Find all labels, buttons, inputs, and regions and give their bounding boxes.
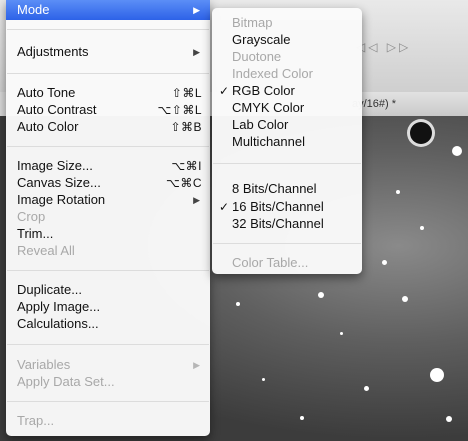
menu-item-trap: Trap...: [6, 412, 210, 430]
menu-item-apply-image[interactable]: Apply Image...: [6, 298, 210, 316]
menu-item-auto-color[interactable]: Auto Color ⇧⌘B: [6, 118, 210, 136]
menu-item-image-rotation[interactable]: Image Rotation ▶: [6, 191, 210, 209]
menu-item-calculations[interactable]: Calculations...: [6, 315, 210, 333]
menu-item-reveal-all: Reveal All: [6, 242, 210, 260]
submenu-arrow-icon: ▶: [193, 47, 200, 57]
menu-item-auto-tone[interactable]: Auto Tone ⇧⌘L: [6, 84, 210, 102]
submenu-item-indexed-color: Indexed Color: [212, 65, 362, 83]
menu-item-variables-label: Variables: [17, 357, 71, 372]
menu-item-variables: Variables ▶: [6, 356, 210, 374]
menu-item-canvas-size-label: Canvas Size...: [17, 175, 101, 190]
menu-item-trap-label: Trap...: [17, 413, 55, 428]
submenu-item-rgb-color-label: RGB Color: [232, 83, 295, 98]
menu-item-trim-label: Trim...: [17, 226, 54, 241]
star-decoration: [364, 386, 369, 391]
menu-item-auto-contrast[interactable]: Auto Contrast ⌥⇧⌘L: [6, 101, 210, 119]
shortcut-auto-contrast: ⌥⇧⌘L: [157, 103, 202, 117]
submenu-item-color-table: Color Table...: [212, 254, 362, 272]
submenu-arrow-icon: ▶: [193, 195, 200, 205]
star-decoration: [318, 292, 324, 298]
menu-item-image-rotation-label: Image Rotation: [17, 192, 106, 207]
menu-item-trim[interactable]: Trim...: [6, 225, 210, 243]
menu-separator: [7, 401, 209, 402]
menu-item-auto-contrast-label: Auto Contrast: [17, 102, 97, 117]
submenu-item-cmyk-color-label: CMYK Color: [232, 100, 305, 115]
star-decoration: [430, 368, 444, 382]
shortcut-image-size: ⌥⌘I: [171, 159, 202, 173]
menu-item-adjustments-label: Adjustments: [17, 44, 89, 59]
submenu-separator: [213, 243, 361, 244]
submenu-item-grayscale-label: Grayscale: [232, 32, 291, 47]
menu-separator: [7, 344, 209, 345]
menu-separator: [7, 73, 209, 74]
menu-item-canvas-size[interactable]: Canvas Size... ⌥⌘C: [6, 174, 210, 192]
submenu-item-8-bits[interactable]: 8 Bits/Channel: [212, 180, 362, 198]
star-decoration: [402, 296, 408, 302]
menu-separator: [7, 146, 209, 147]
mode-submenu: Bitmap Grayscale Duotone Indexed Color ✓…: [212, 8, 362, 274]
submenu-separator: [213, 163, 361, 164]
toolbar-distribute-icons[interactable]: ◁◁ ▷▷: [356, 40, 411, 54]
menu-separator: [7, 270, 209, 271]
submenu-item-grayscale[interactable]: Grayscale: [212, 31, 362, 49]
image-menu: Mode ▶ Adjustments ▶ Auto Tone ⇧⌘L Auto …: [6, 0, 210, 436]
submenu-item-bitmap: Bitmap: [212, 14, 362, 32]
menu-item-duplicate[interactable]: Duplicate...: [6, 281, 210, 299]
star-decoration: [420, 226, 424, 230]
submenu-arrow-icon: ▶: [193, 5, 200, 15]
submenu-item-indexed-color-label: Indexed Color: [232, 66, 313, 81]
submenu-item-lab-color[interactable]: Lab Color: [212, 116, 362, 134]
checkmark-icon: ✓: [219, 84, 230, 98]
submenu-item-cmyk-color[interactable]: CMYK Color: [212, 99, 362, 117]
star-decoration: [236, 302, 240, 306]
shortcut-auto-tone: ⇧⌘L: [171, 86, 202, 100]
star-decoration: [300, 416, 304, 420]
star-decoration: [452, 146, 462, 156]
submenu-item-16-bits[interactable]: ✓ 16 Bits/Channel: [212, 198, 362, 216]
menu-item-duplicate-label: Duplicate...: [17, 282, 83, 297]
menu-item-apply-data-set: Apply Data Set...: [6, 373, 210, 391]
menu-item-apply-image-label: Apply Image...: [17, 299, 101, 314]
menu-item-crop: Crop: [6, 208, 210, 226]
star-decoration: [396, 190, 400, 194]
shortcut-auto-color: ⇧⌘B: [170, 120, 202, 134]
submenu-item-multichannel[interactable]: Multichannel: [212, 133, 362, 151]
submenu-arrow-icon: ▶: [193, 360, 200, 370]
menu-item-reveal-all-label: Reveal All: [17, 243, 75, 258]
menu-item-mode-label: Mode: [17, 2, 50, 17]
shortcut-canvas-size: ⌥⌘C: [166, 176, 202, 190]
submenu-item-duotone: Duotone: [212, 48, 362, 66]
submenu-item-rgb-color[interactable]: ✓ RGB Color: [212, 82, 362, 100]
submenu-item-32-bits[interactable]: 32 Bits/Channel: [212, 215, 362, 233]
submenu-item-color-table-label: Color Table...: [232, 255, 309, 270]
menu-item-image-size-label: Image Size...: [17, 158, 93, 173]
submenu-item-16-bits-label: 16 Bits/Channel: [232, 199, 324, 214]
submenu-item-duotone-label: Duotone: [232, 49, 282, 64]
menu-item-calculations-label: Calculations...: [17, 316, 99, 331]
menu-item-image-size[interactable]: Image Size... ⌥⌘I: [6, 157, 210, 175]
star-decoration: [410, 122, 432, 144]
submenu-item-multichannel-label: Multichannel: [232, 134, 305, 149]
star-decoration: [382, 260, 387, 265]
star-decoration: [340, 332, 343, 335]
menu-item-mode[interactable]: Mode ▶: [6, 0, 210, 20]
menu-item-adjustments[interactable]: Adjustments ▶: [6, 43, 210, 61]
menu-item-auto-tone-label: Auto Tone: [17, 85, 76, 100]
submenu-item-lab-color-label: Lab Color: [232, 117, 289, 132]
checkmark-icon: ✓: [219, 200, 230, 214]
submenu-item-bitmap-label: Bitmap: [232, 15, 273, 30]
menu-separator: [7, 29, 209, 30]
submenu-item-8-bits-label: 8 Bits/Channel: [232, 181, 317, 196]
star-decoration: [446, 416, 452, 422]
menu-item-crop-label: Crop: [17, 209, 46, 224]
submenu-item-32-bits-label: 32 Bits/Channel: [232, 216, 324, 231]
menu-item-auto-color-label: Auto Color: [17, 119, 79, 134]
star-decoration: [262, 378, 265, 381]
menu-item-apply-data-set-label: Apply Data Set...: [17, 374, 115, 389]
